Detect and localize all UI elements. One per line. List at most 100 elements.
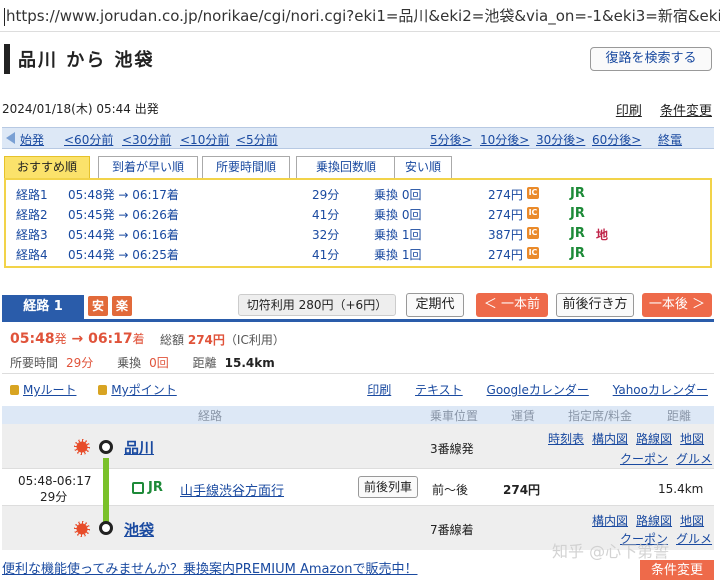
- yahoo-calendar-link[interactable]: Yahooカレンダー: [613, 383, 708, 397]
- print-route-link[interactable]: 印刷: [367, 383, 391, 397]
- route-row[interactable]: 経路4 05:44発 → 06:25着 41分 乗換 1回 274円 IC JR: [6, 243, 710, 263]
- route-row[interactable]: 経路1 05:48発 → 06:17着 29分 乗換 0回 274円 IC JR: [6, 183, 710, 203]
- line-subway: 地: [596, 228, 609, 242]
- divider: [2, 373, 714, 374]
- map-link[interactable]: 地図: [680, 514, 704, 528]
- tab-earliest-arrival[interactable]: 到着が早い順: [98, 156, 198, 178]
- route-map-link[interactable]: 路線図: [636, 432, 672, 446]
- duration-label: 所要時間: [10, 356, 59, 370]
- origin-platform: 3番線発: [430, 442, 474, 456]
- route-fare: 274円: [488, 208, 523, 222]
- route-stats: 所要時間 29分 乗換 0回 距離 15.4km: [10, 354, 283, 371]
- myroute-link[interactable]: Myルート: [23, 383, 76, 397]
- ic-card-icon: IC: [527, 187, 539, 199]
- next-train-button[interactable]: 一本後 ＞: [642, 293, 712, 317]
- tab-fewest-transfers[interactable]: 乗換回数順: [296, 156, 396, 178]
- tab-shortest-time[interactable]: 所要時間順: [202, 156, 290, 178]
- minus-5-link[interactable]: <5分前: [236, 131, 278, 148]
- route-row[interactable]: 経路3 05:44発 → 06:16着 32分 乗換 1回 387円 IC JR…: [6, 223, 710, 243]
- route-detail-tab[interactable]: 経路 1: [2, 295, 84, 319]
- destination-links: 構内図 路線図 地図: [584, 512, 704, 529]
- url-bar[interactable]: https://www.jorudan.co.jp/norikae/cgi/no…: [0, 0, 720, 32]
- line-jr: JR: [570, 246, 585, 261]
- segment-time: 05:48-06:17: [18, 474, 92, 488]
- route-duration: 41分: [312, 208, 340, 222]
- segment-line-mark: JR: [148, 480, 163, 495]
- conditions-link[interactable]: 条件変更: [660, 104, 712, 119]
- gourmet-link[interactable]: グルメ: [676, 532, 712, 546]
- lock-icon: [10, 385, 19, 395]
- timetable-link[interactable]: 時刻表: [548, 432, 584, 446]
- google-calendar-link[interactable]: Googleカレンダー: [487, 383, 589, 397]
- line-jr: JR: [570, 206, 585, 221]
- transfer-value: 0回: [149, 356, 169, 370]
- previous-train-button[interactable]: ＜ 一本前: [476, 293, 548, 317]
- route-time: 05:48発 → 06:17着: [68, 188, 179, 202]
- coupon-link[interactable]: クーポン: [620, 452, 668, 466]
- sun-icon: [74, 521, 90, 537]
- duration-value: 29分: [66, 356, 94, 370]
- mypoint-link[interactable]: Myポイント: [111, 383, 176, 397]
- dep-arr-times: 05:48発 → 06:17着: [10, 330, 145, 347]
- arrow-left-icon: [6, 132, 15, 144]
- around-routes-button[interactable]: 前後行き方: [556, 293, 634, 317]
- route-name: 経路2: [16, 208, 48, 222]
- around-train-button[interactable]: 前後列車: [358, 476, 418, 498]
- safe-badge: 安: [88, 296, 108, 316]
- my-links: Myルート Myポイント: [10, 381, 177, 398]
- train-icon: [132, 482, 144, 494]
- route-time: 05:44発 → 06:25着: [68, 248, 179, 262]
- commuter-pass-button[interactable]: 定期代: [406, 293, 464, 317]
- tab-recommended[interactable]: おすすめ順: [4, 156, 90, 178]
- tab-cheapest[interactable]: 安い順: [394, 156, 452, 178]
- col-fare: 運賃: [510, 409, 535, 423]
- route-transfer: 乗換 1回: [374, 228, 422, 242]
- arrival-time: 06:17: [88, 331, 133, 347]
- plus-60-link[interactable]: 60分後>: [592, 131, 641, 148]
- last-train-link[interactable]: 終電: [658, 131, 682, 148]
- origin-station-link[interactable]: 品川: [124, 437, 154, 458]
- plus-30-link[interactable]: 30分後>: [536, 131, 585, 148]
- minus-60-link[interactable]: <60分前: [64, 131, 113, 148]
- premium-promo-link[interactable]: 便利な機能使ってみませんか？乗換案内PREMIUM Amazonで販売中！: [2, 558, 418, 577]
- print-link[interactable]: 印刷: [616, 104, 642, 119]
- route-row[interactable]: 経路2 05:45発 → 06:26着 41分 乗換 0回 274円 IC JR: [6, 203, 710, 223]
- text-link[interactable]: テキスト: [415, 383, 463, 397]
- minus-30-link[interactable]: <30分前: [122, 131, 171, 148]
- station-node: [99, 440, 113, 454]
- route-duration: 29分: [312, 188, 340, 202]
- distance-value: 15.4km: [224, 356, 275, 370]
- station-map-link[interactable]: 構内図: [592, 432, 628, 446]
- boarding-position: 前〜後: [432, 483, 469, 497]
- title-accent: [4, 44, 10, 74]
- plus-10-link[interactable]: 10分後>: [480, 131, 529, 148]
- route-name: 経路3: [16, 228, 48, 242]
- conditions-button[interactable]: 条件変更: [640, 560, 714, 580]
- station-map-link[interactable]: 構内図: [592, 514, 628, 528]
- route-duration: 41分: [312, 248, 340, 262]
- reverse-search-button[interactable]: 復路を検索する: [590, 47, 712, 71]
- lock-icon: [98, 385, 108, 395]
- map-link[interactable]: 地図: [680, 432, 704, 446]
- arrow: →: [71, 331, 84, 347]
- ticket-fare: 切符利用 280円（+6円）: [238, 294, 396, 316]
- export-links: 印刷 テキスト Googleカレンダー Yahooカレンダー: [347, 381, 708, 398]
- route-fare: 387円: [488, 228, 523, 242]
- ic-card-icon: IC: [527, 247, 539, 259]
- col-route: 経路: [197, 409, 222, 423]
- col-position: 乗車位置: [429, 409, 478, 423]
- origin-links: 時刻表 構内図 路線図 地図: [540, 430, 704, 447]
- watermark: 知乎 @心下第誓: [552, 542, 670, 561]
- first-train-link[interactable]: 始発: [20, 131, 44, 148]
- gourmet-link[interactable]: グルメ: [676, 452, 712, 466]
- text-caret: [4, 7, 5, 26]
- train-line-link[interactable]: 山手線渋谷方面行: [180, 480, 284, 499]
- col-distance: 距離: [666, 409, 691, 423]
- destination-station-link[interactable]: 池袋: [124, 519, 154, 540]
- segment-distance: 15.4km: [658, 482, 704, 496]
- minus-10-link[interactable]: <10分前: [180, 131, 229, 148]
- plus-5-link[interactable]: 5分後>: [430, 131, 472, 148]
- route-map-link[interactable]: 路線図: [636, 514, 672, 528]
- url-text: https://www.jorudan.co.jp/norikae/cgi/no…: [6, 7, 720, 25]
- total-fare: 総額 274円（IC利用）: [160, 331, 285, 348]
